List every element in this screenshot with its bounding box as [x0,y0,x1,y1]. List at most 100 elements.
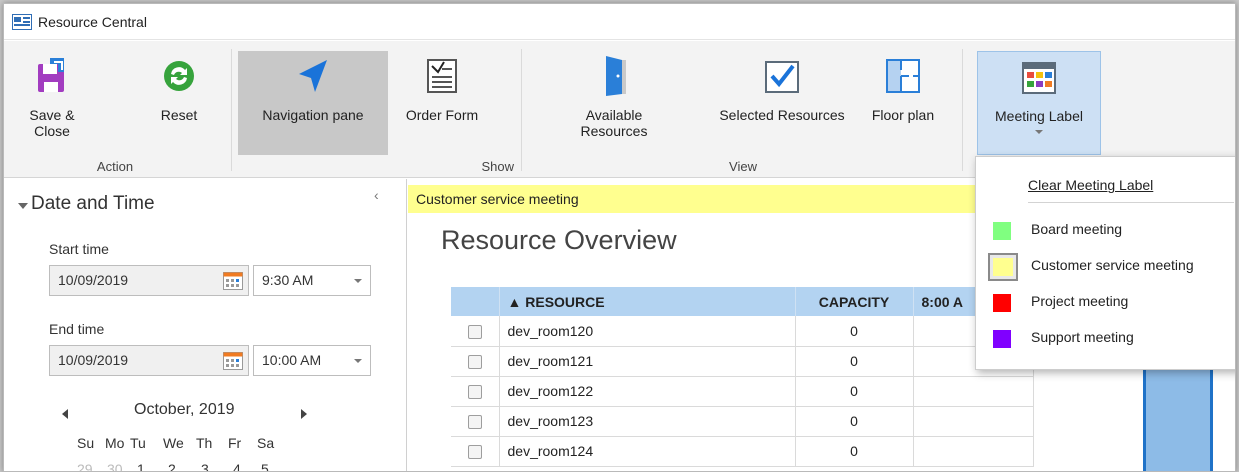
table-row[interactable]: dev_room122 0 [451,376,1034,407]
clear-meeting-label-item[interactable]: Clear Meeting Label [1028,177,1153,193]
end-date-field[interactable]: 10/09/2019 [49,345,249,376]
header-resource[interactable]: ▲ RESOURCE [499,287,796,316]
time-cell [913,376,1034,407]
calendar-day[interactable]: 4 [233,461,241,471]
title-bar: Resource Central [4,4,1235,40]
meeting-label-bar: Customer service meeting [408,185,1028,213]
calendar-day[interactable]: 29 [77,461,93,471]
navigation-pane: Date and Time ‹ Start time 10/09/2019 9:… [4,179,407,471]
header-capacity[interactable]: CAPACITY [795,287,914,316]
time-cell [913,436,1034,467]
calendar-icon[interactable] [223,352,243,370]
reset-button[interactable]: Reset [152,51,206,155]
group-separator [962,49,963,171]
order-form-button[interactable]: Order Form [392,51,492,155]
weekday-label: Fr [228,435,242,451]
save-close-icon [28,53,76,99]
floor-plan-button[interactable]: Floor plan [858,51,948,155]
meeting-label-button[interactable]: Meeting Label [977,51,1101,155]
color-swatch [993,222,1011,240]
table-row[interactable]: dev_room121 0 [451,346,1034,377]
chevron-down-icon [354,279,362,283]
end-time-select[interactable]: 10:00 AM [253,345,371,376]
window-title: Resource Central [38,13,147,30]
calendar-day[interactable]: 30 [107,461,123,471]
navigation-arrow-icon [289,53,337,99]
reset-label: Reset [160,107,198,123]
selected-resources-button[interactable]: Selected Resources [700,51,864,155]
table-row[interactable]: dev_room120 0 [451,316,1034,347]
row-checkbox[interactable] [467,385,482,400]
table-header-row: ▲ RESOURCE CAPACITY 8:00 A [451,287,1034,316]
end-time-value: 10:00 AM [262,352,322,368]
resource-name: dev_room124 [499,436,796,467]
menu-item-label: Project meeting [1031,293,1129,309]
menu-item-project-meeting[interactable]: Project meeting [976,285,1235,321]
weekday-label: Sa [257,435,275,451]
calendar-day[interactable]: 3 [201,461,209,471]
available-resources-button[interactable]: Available Resources [564,51,664,155]
resource-capacity: 0 [795,346,914,377]
table-row[interactable]: dev_room123 0 [451,406,1034,437]
floor-plan-label: Floor plan [871,107,935,123]
row-checkbox[interactable] [467,324,482,339]
section-title: Date and Time [31,193,155,214]
available-resources-label-1: Available [585,107,643,123]
collapse-arrow-icon[interactable] [18,203,28,209]
app-window: Resource Central Save & Close Reset Navi… [3,3,1236,472]
navigation-pane-button[interactable]: Navigation pane [238,51,388,155]
row-checkbox[interactable] [467,355,482,370]
color-swatch [993,330,1011,348]
row-checkbox[interactable] [467,415,482,430]
meeting-label-menu: Clear Meeting Label Board meeting Custom… [975,156,1235,370]
resource-table: ▲ RESOURCE CAPACITY 8:00 A dev_room120 0 [451,287,1034,467]
meeting-label-icon [1015,54,1063,100]
calendar-icon[interactable] [223,272,243,290]
checkbox-icon [758,53,806,99]
menu-item-label: Board meeting [1031,221,1123,237]
reset-icon [155,53,203,99]
menu-item-support-meeting[interactable]: Support meeting [976,321,1235,357]
menu-item-label: Support meeting [1031,329,1134,345]
group-separator [231,49,232,171]
menu-item-customer-service-meeting[interactable]: Customer service meeting [976,249,1235,285]
start-date-field[interactable]: 10/09/2019 [49,265,249,296]
resource-name: dev_room123 [499,406,796,437]
end-time-label: End time [49,321,105,337]
start-time-label: Start time [49,241,109,257]
meeting-label-label: Meeting Label [995,108,1083,124]
group-label-action: Action [96,159,134,174]
group-separator [521,49,522,171]
start-time-value: 9:30 AM [262,272,314,288]
calendar-day[interactable]: 1 [137,461,145,471]
door-icon [590,53,638,99]
table-row[interactable]: dev_room124 0 [451,436,1034,467]
resource-capacity: 0 [795,436,914,467]
resource-name: dev_room122 [499,376,796,407]
calendar-day[interactable]: 5 [261,461,269,471]
menu-item-board-meeting[interactable]: Board meeting [976,213,1235,249]
chevron-down-icon [354,359,362,363]
weekday-label: Su [77,435,95,451]
color-swatch [993,294,1011,312]
start-time-select[interactable]: 9:30 AM [253,265,371,296]
weekday-label: Th [196,435,213,451]
resource-name: dev_room121 [499,346,796,377]
resource-name: dev_room120 [499,316,796,347]
end-date-value: 10/09/2019 [58,352,129,368]
calendar-day[interactable]: 2 [168,461,176,471]
collapse-pane-icon[interactable]: ‹ [374,187,379,203]
menu-item-label: Customer service meeting [1031,257,1194,273]
next-month-icon[interactable] [301,409,307,419]
menu-separator [1028,202,1234,203]
weekday-label: We [163,435,184,451]
resource-capacity: 0 [795,316,914,347]
weekday-label: Mo [105,435,125,451]
order-form-icon [418,53,466,99]
save-close-button[interactable]: Save & Close [10,51,94,155]
available-resources-label-2: Resources [580,123,648,139]
previous-month-icon[interactable] [62,409,68,419]
row-checkbox[interactable] [467,445,482,460]
header-select [451,287,500,316]
app-icon [12,13,32,30]
